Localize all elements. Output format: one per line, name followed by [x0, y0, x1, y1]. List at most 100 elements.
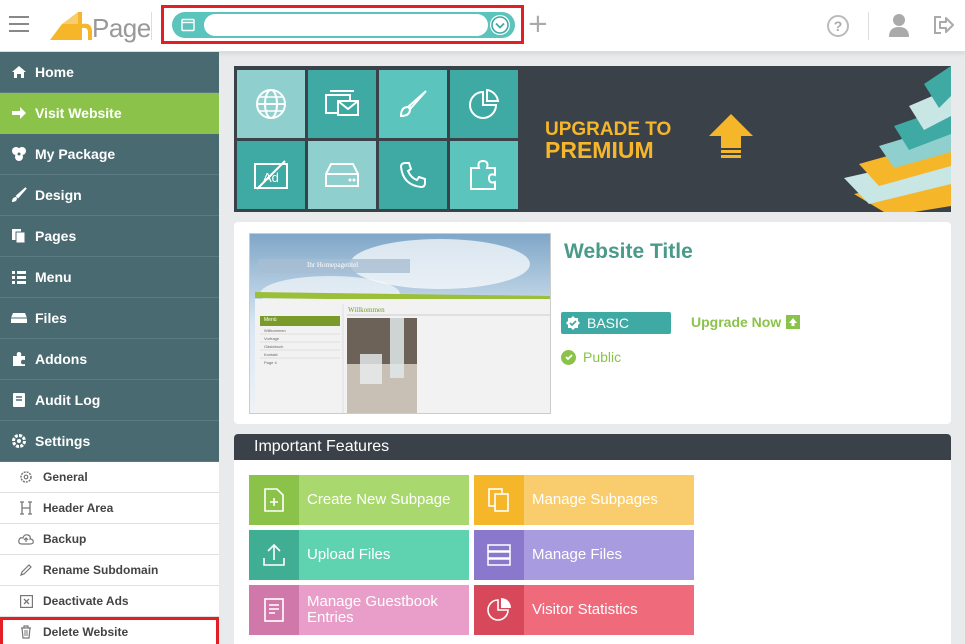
thumbnail-link: Page 4 — [264, 360, 277, 365]
logo[interactable]: Page — [48, 10, 151, 43]
verified-icon — [566, 316, 580, 330]
settings-item-backup[interactable]: Backup — [0, 524, 219, 555]
website-thumbnail[interactable]: Ihr Homepagetitel Menü Willkommen Willko… — [249, 233, 551, 414]
sidebar-item-label: Audit Log — [35, 392, 101, 408]
site-selector-highlight — [161, 5, 524, 44]
upgrade-banner[interactable]: Ad UPGRADE TO PREMIUM — [234, 66, 951, 212]
sidebar-item-files[interactable]: Files — [0, 298, 219, 339]
sidebar-item-pages[interactable]: Pages — [0, 216, 219, 257]
sidebar-item-label: Files — [35, 310, 67, 326]
sidebar-item-menu[interactable]: Menu — [0, 257, 219, 298]
add-site-button[interactable]: + — [527, 11, 549, 37]
upgrade-now-link[interactable]: Upgrade Now — [691, 314, 801, 330]
heading-icon — [18, 500, 34, 516]
create-new-subpage-button[interactable]: Create New Subpage — [249, 475, 469, 525]
thumbnail-menu-text: Menü — [264, 317, 277, 323]
menu-list-icon — [10, 268, 28, 286]
pencil-icon — [18, 562, 34, 578]
website-card: Ihr Homepagetitel Menü Willkommen Willko… — [234, 222, 951, 424]
chevron-down-icon[interactable] — [490, 15, 510, 35]
cloud-upload-icon — [18, 531, 34, 547]
drive-icon — [10, 309, 28, 327]
pages-icon — [10, 227, 28, 245]
sidebar-item-audit-log[interactable]: Audit Log — [0, 380, 219, 421]
top-bar: Page + ? — [0, 0, 965, 52]
sidebar-item-design[interactable]: Design — [0, 175, 219, 216]
upload-icon — [249, 530, 299, 580]
thumbnail-header-text: Ihr Homepagetitel — [307, 261, 359, 269]
copy-pages-icon — [474, 475, 524, 525]
sidebar-item-label: Visit Website — [35, 105, 122, 121]
mail-icon — [308, 70, 376, 138]
banner-line-2: PREMIUM — [545, 137, 654, 163]
layers-graphic — [844, 66, 951, 212]
sidebar-item-my-package[interactable]: My Package — [0, 134, 219, 175]
settings-item-header-area[interactable]: Header Area — [0, 493, 219, 524]
drive-icon — [308, 141, 376, 209]
settings-item-general[interactable]: General — [0, 462, 219, 493]
feature-label: Upload Files — [307, 546, 391, 563]
guestbook-icon — [249, 585, 299, 635]
sidebar-item-addons[interactable]: Addons — [0, 339, 219, 380]
puzzle-icon — [10, 350, 28, 368]
settings-item-label: Header Area — [43, 501, 114, 515]
upload-files-button[interactable]: Upload Files — [249, 530, 469, 580]
feature-label: Visitor Statistics — [532, 601, 638, 618]
sidebar-item-label: Settings — [35, 433, 91, 449]
pie-chart-icon — [450, 70, 518, 138]
feature-label: Manage Guestbook Entries — [307, 593, 438, 626]
arrow-up-icon — [709, 114, 753, 158]
settings-item-rename-subdomain[interactable]: Rename Subdomain — [0, 555, 219, 586]
settings-item-label: General — [43, 470, 88, 484]
sidebar-item-home[interactable]: Home — [0, 52, 219, 93]
sidebar-item-label: My Package — [35, 146, 116, 162]
hamburger-icon[interactable] — [9, 16, 29, 32]
package-icon — [10, 145, 28, 163]
book-icon — [10, 391, 28, 409]
sidebar-item-visit-website[interactable]: Visit Website — [0, 93, 219, 134]
brush-icon — [10, 186, 28, 204]
upgrade-now-label: Upgrade Now — [691, 314, 782, 330]
settings-item-deactivate-ads[interactable]: Deactivate Ads — [0, 586, 219, 617]
manage-files-button[interactable]: Manage Files — [474, 530, 694, 580]
package-label: BASIC — [587, 315, 630, 331]
website-title: Website Title — [564, 240, 693, 263]
site-selector-value[interactable] — [204, 14, 488, 36]
logo-mark-icon — [50, 12, 92, 40]
logout-icon[interactable] — [932, 14, 954, 36]
upgrade-banner-text: UPGRADE TO PREMIUM — [545, 119, 671, 163]
new-page-icon — [249, 475, 299, 525]
sidebar-item-label: Addons — [35, 351, 88, 367]
gear-icon — [18, 469, 34, 485]
visibility-label: Public — [583, 349, 622, 365]
sidebar-item-label: Pages — [35, 228, 77, 244]
arrow-right-icon — [10, 104, 28, 122]
divider — [151, 12, 152, 40]
arrow-up-icon — [786, 315, 801, 329]
brush-icon — [379, 70, 447, 138]
manage-guestbook-entries-button[interactable]: Manage Guestbook Entries — [249, 585, 469, 635]
user-icon[interactable] — [888, 13, 910, 37]
logo-text: Page — [92, 13, 151, 43]
browser-window-icon — [181, 18, 195, 32]
close-box-icon — [18, 593, 34, 609]
thumbnail-link: Vorfrage — [264, 336, 280, 341]
sidebar-item-label: Menu — [35, 269, 72, 285]
settings-item-label: Backup — [43, 532, 87, 546]
sidebar: Home Visit Website My Package Design Pag… — [0, 52, 219, 644]
visibility-status: Public — [561, 349, 621, 365]
manage-subpages-button[interactable]: Manage Subpages — [474, 475, 694, 525]
features-heading: Important Features — [234, 434, 951, 460]
check-circle-icon — [561, 349, 576, 365]
gear-icon — [10, 432, 28, 450]
visitor-statistics-button[interactable]: Visitor Statistics — [474, 585, 694, 635]
sidebar-item-label: Design — [35, 187, 82, 203]
server-icon — [474, 530, 524, 580]
settings-item-label: Delete Website — [43, 625, 129, 639]
settings-item-delete-website[interactable]: Delete Website — [0, 617, 219, 644]
help-icon[interactable]: ? — [827, 15, 849, 37]
feature-label: Manage Subpages — [532, 491, 658, 508]
settings-item-label: Deactivate Ads — [43, 594, 129, 608]
site-selector[interactable] — [172, 12, 515, 38]
sidebar-item-settings[interactable]: Settings — [0, 421, 219, 462]
